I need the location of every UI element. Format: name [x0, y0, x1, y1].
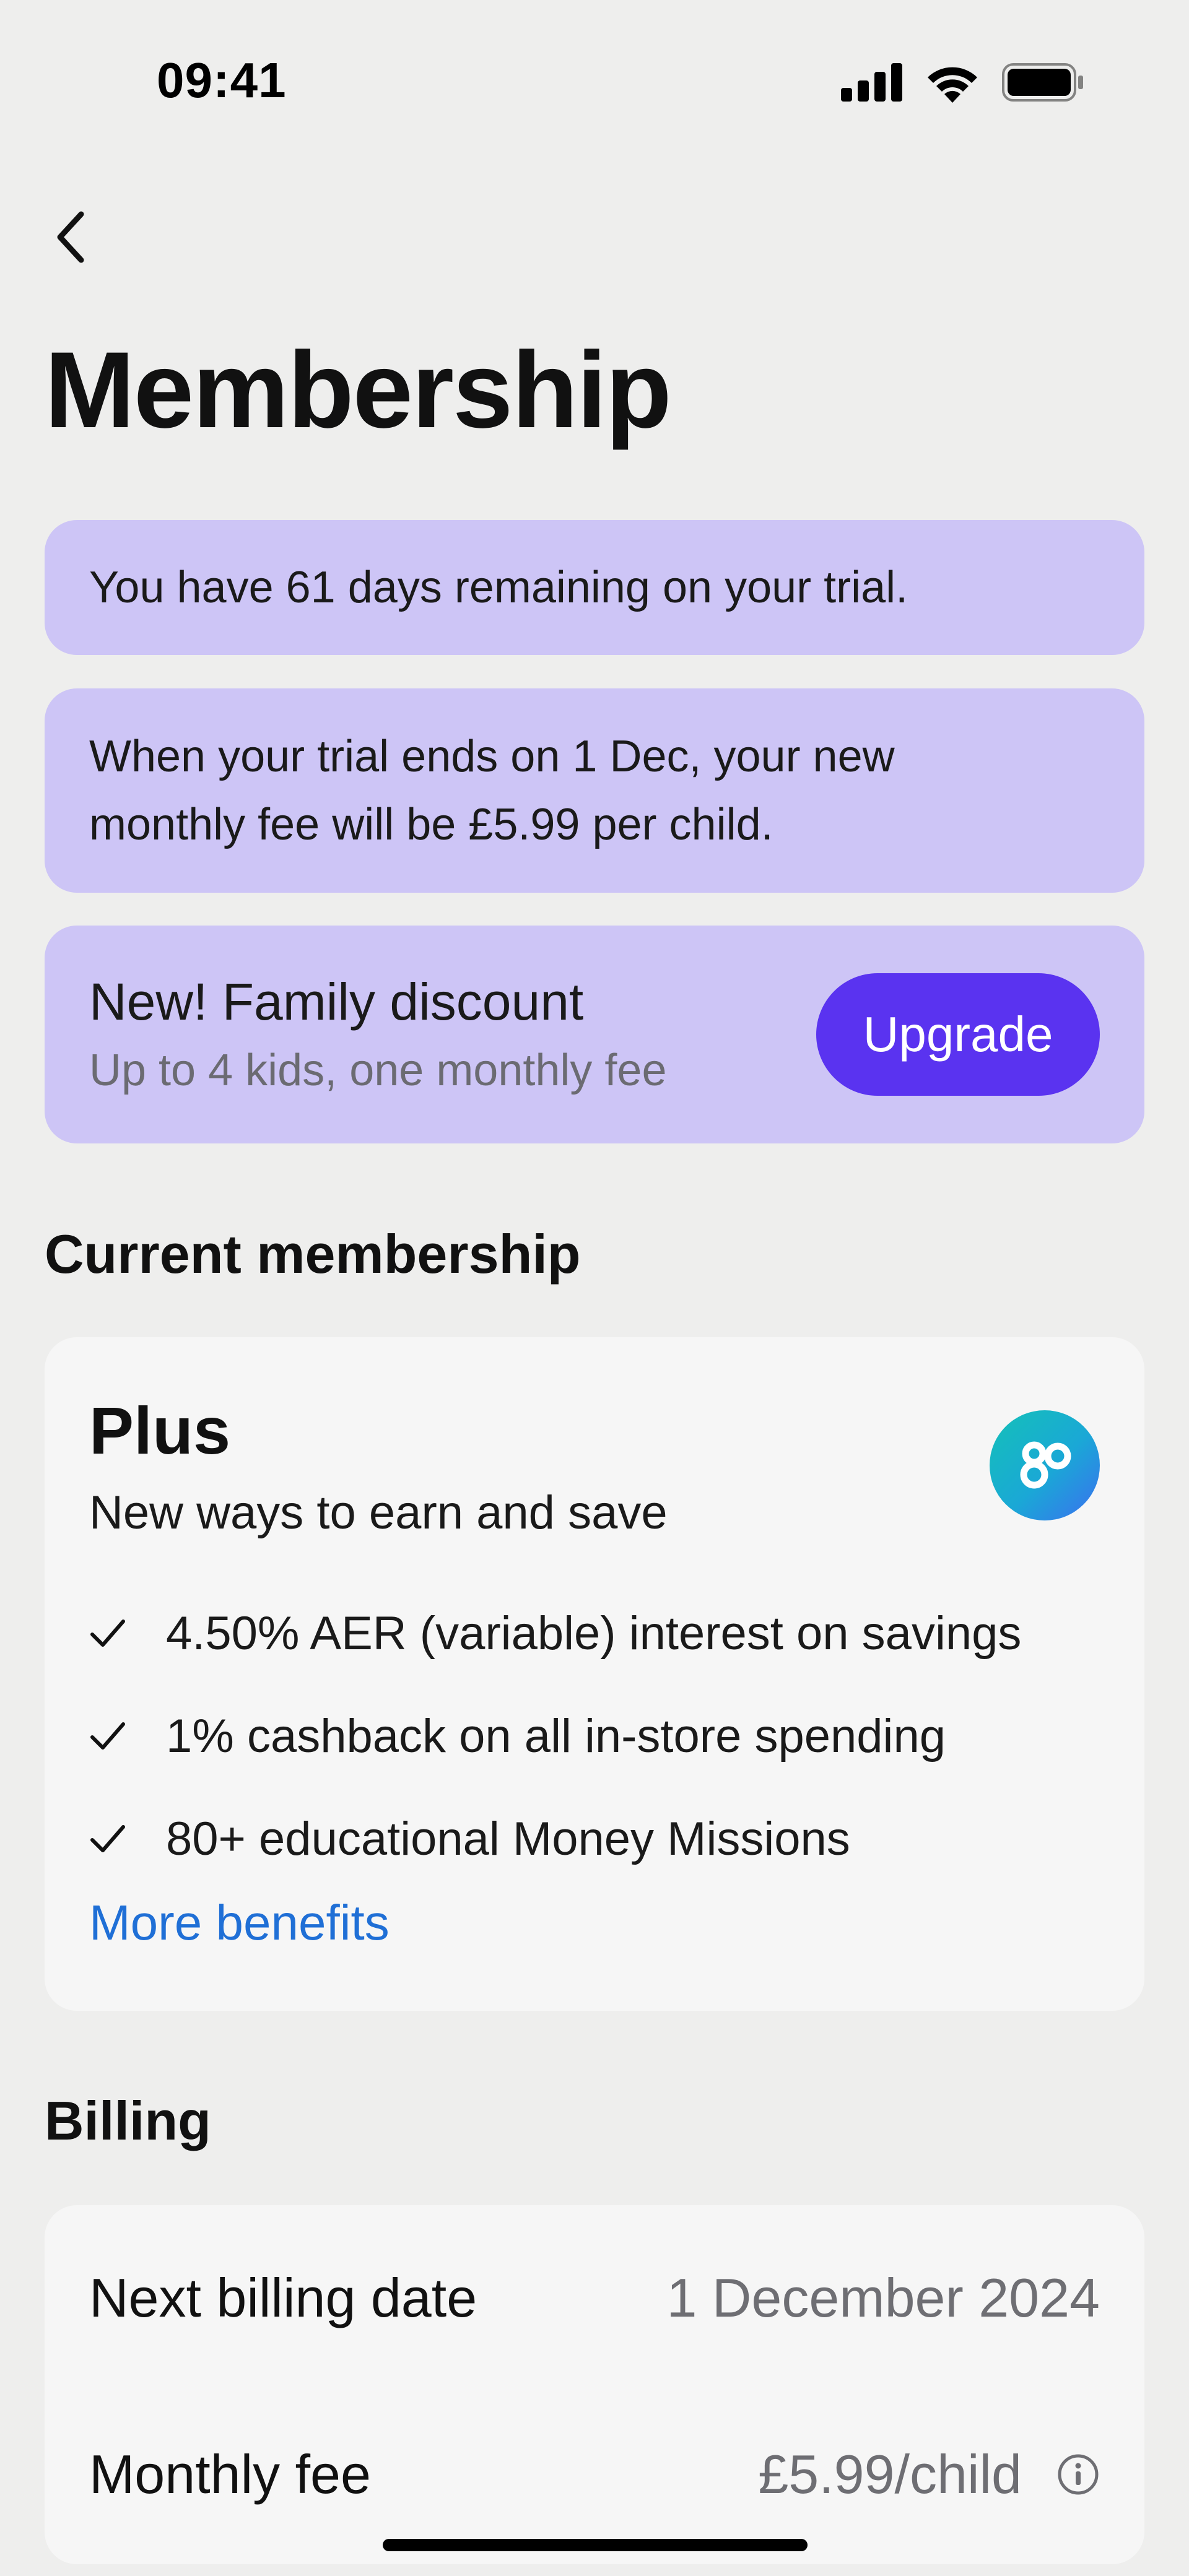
status-bar: 09:41 [0, 0, 1189, 161]
benefit-text: 4.50% AER (variable) interest on savings [166, 1607, 1022, 1660]
next-billing-label: Next billing date [89, 2267, 477, 2328]
promo-text: New! Family discount Up to 4 kids, one m… [89, 968, 667, 1101]
trial-remaining-notice: You have 61 days remaining on your trial… [45, 520, 1144, 655]
battery-icon [1002, 63, 1084, 105]
plan-tagline: New ways to earn and save [89, 1486, 668, 1539]
promo-title: New! Family discount [89, 973, 584, 1031]
billing-card: Next billing date 1 December 2024 Monthl… [45, 2205, 1144, 2564]
family-discount-promo: New! Family discount Up to 4 kids, one m… [45, 926, 1144, 1143]
benefit-item: 80+ educational Money Missions [89, 1787, 1021, 1890]
trial-ends-text: When your trial ends on 1 Dec, your new … [89, 722, 895, 859]
back-button[interactable] [37, 204, 105, 272]
trial-ends-line-1: When your trial ends on 1 Dec, your new [89, 732, 895, 781]
trial-ends-line-2: monthly fee will be £5.99 per child. [89, 800, 773, 849]
benefits-list: 4.50% AER (variable) interest on savings… [89, 1582, 1021, 1890]
check-icon [89, 1714, 134, 1758]
trial-ends-notice: When your trial ends on 1 Dec, your new … [45, 688, 1144, 893]
promo-subtitle: Up to 4 kids, one monthly fee [89, 1046, 667, 1095]
benefit-item: 1% cashback on all in-store spending [89, 1685, 1021, 1787]
home-indicator[interactable] [383, 2539, 808, 2551]
signal-icon [841, 63, 903, 105]
back-chevron-icon [53, 209, 90, 268]
plan-name: Plus [89, 1393, 231, 1468]
benefit-text: 80+ educational Money Missions [166, 1812, 850, 1865]
info-icon[interactable] [1056, 2453, 1100, 2496]
benefit-text: 1% cashback on all in-store spending [166, 1709, 946, 1763]
benefit-item: 4.50% AER (variable) interest on savings [89, 1582, 1021, 1685]
monthly-fee-row: Monthly fee £5.99/child [89, 2431, 1100, 2518]
plan-logo-icon [990, 1410, 1100, 1520]
current-membership-heading: Current membership [45, 1223, 581, 1285]
monthly-fee-value-group: £5.99/child [758, 2443, 1100, 2506]
status-icons [841, 62, 1084, 106]
more-benefits-link[interactable]: More benefits [89, 1894, 390, 1951]
check-icon [89, 1611, 134, 1655]
monthly-fee-label: Monthly fee [89, 2444, 371, 2505]
billing-heading: Billing [45, 2090, 211, 2151]
status-time: 09:41 [157, 53, 287, 108]
monthly-fee-value: £5.99/child [758, 2444, 1022, 2505]
upgrade-button[interactable]: Upgrade [816, 973, 1100, 1096]
wifi-icon [924, 62, 981, 106]
next-billing-value: 1 December 2024 [666, 2267, 1100, 2328]
trial-remaining-text: You have 61 days remaining on your trial… [89, 563, 908, 612]
plan-card: Plus New ways to earn and save 4.50% AER… [45, 1337, 1144, 2011]
check-icon [89, 1816, 134, 1861]
next-billing-row: Next billing date 1 December 2024 [89, 2255, 1100, 2341]
page-title: Membership [45, 330, 672, 451]
